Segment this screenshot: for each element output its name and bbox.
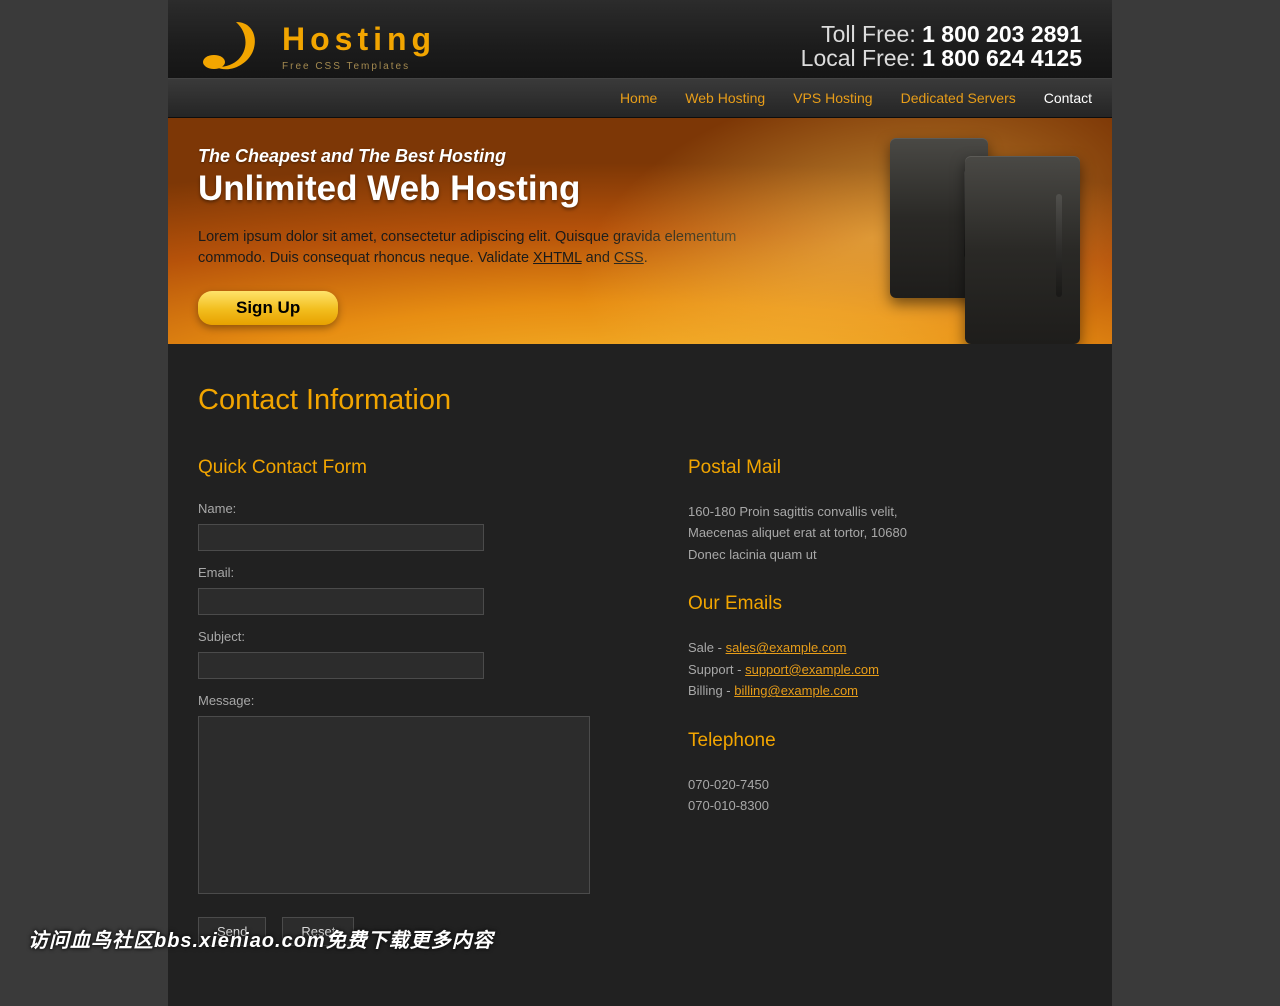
signup-button[interactable]: Sign Up xyxy=(198,291,338,325)
name-input[interactable] xyxy=(198,524,484,551)
emails-heading: Our Emails xyxy=(688,593,1082,615)
nav-item-contact[interactable]: Contact xyxy=(1044,90,1092,108)
brand-tagline: Free CSS Templates xyxy=(282,61,436,72)
email-link-billing[interactable]: billing@example.com xyxy=(734,683,858,698)
toll-free-label: Toll Free: xyxy=(821,21,916,47)
email-link-sales[interactable]: sales@example.com xyxy=(726,640,847,655)
nav-item-home[interactable]: Home xyxy=(620,90,657,108)
server-illustration xyxy=(880,126,1080,336)
email-label: Email: xyxy=(198,565,618,580)
nav-item-dedicated-servers[interactable]: Dedicated Servers xyxy=(901,90,1016,108)
subject-input[interactable] xyxy=(198,652,484,679)
postal-heading: Postal Mail xyxy=(688,457,1082,479)
email-row: Support - support@example.com xyxy=(688,659,1082,680)
page-title: Contact Information xyxy=(198,384,1082,417)
telephone-line: 070-010-8300 xyxy=(688,795,1082,816)
email-link-support[interactable]: support@example.com xyxy=(745,662,879,677)
watermark-text: 访问血鸟社区bbs.xieniao.com免费下载更多内容 xyxy=(28,924,494,953)
form-heading: Quick Contact Form xyxy=(198,457,618,479)
hero-body: Lorem ipsum dolor sit amet, consectetur … xyxy=(198,227,778,269)
main-nav: Home Web Hosting VPS Hosting Dedicated S… xyxy=(168,78,1112,118)
message-textarea[interactable] xyxy=(198,716,590,894)
telephone-line: 070-020-7450 xyxy=(688,774,1082,795)
toll-free-number: 1 800 203 2891 xyxy=(922,21,1082,47)
subject-label: Subject: xyxy=(198,629,618,644)
postal-line: Maecenas aliquet erat at tortor, 10680 xyxy=(688,522,1082,543)
server-icon xyxy=(965,156,1080,344)
name-label: Name: xyxy=(198,501,618,516)
email-input[interactable] xyxy=(198,588,484,615)
hero-link-css[interactable]: CSS xyxy=(614,250,644,266)
brand-name: Hosting xyxy=(282,23,436,55)
message-label: Message: xyxy=(198,693,618,708)
nav-item-vps-hosting[interactable]: VPS Hosting xyxy=(793,90,872,108)
hero-banner: The Cheapest and The Best Hosting Unlimi… xyxy=(168,118,1112,344)
hero-link-xhtml[interactable]: XHTML xyxy=(533,250,582,266)
header-phones: Toll Free: 1 800 203 2891 Local Free: 1 … xyxy=(801,22,1082,70)
email-row: Billing - billing@example.com xyxy=(688,680,1082,701)
logo-icon xyxy=(198,18,268,76)
telephone-heading: Telephone xyxy=(688,730,1082,752)
local-free-label: Local Free: xyxy=(801,45,916,71)
site-header: Hosting Free CSS Templates Toll Free: 1 … xyxy=(168,0,1112,78)
local-free-number: 1 800 624 4125 xyxy=(922,45,1082,71)
email-row: Sale - sales@example.com xyxy=(688,637,1082,658)
logo[interactable]: Hosting Free CSS Templates xyxy=(198,18,436,76)
postal-line: Donec lacinia quam ut xyxy=(688,544,1082,565)
nav-item-web-hosting[interactable]: Web Hosting xyxy=(685,90,765,108)
postal-line: 160-180 Proin sagittis convallis velit, xyxy=(688,501,1082,522)
